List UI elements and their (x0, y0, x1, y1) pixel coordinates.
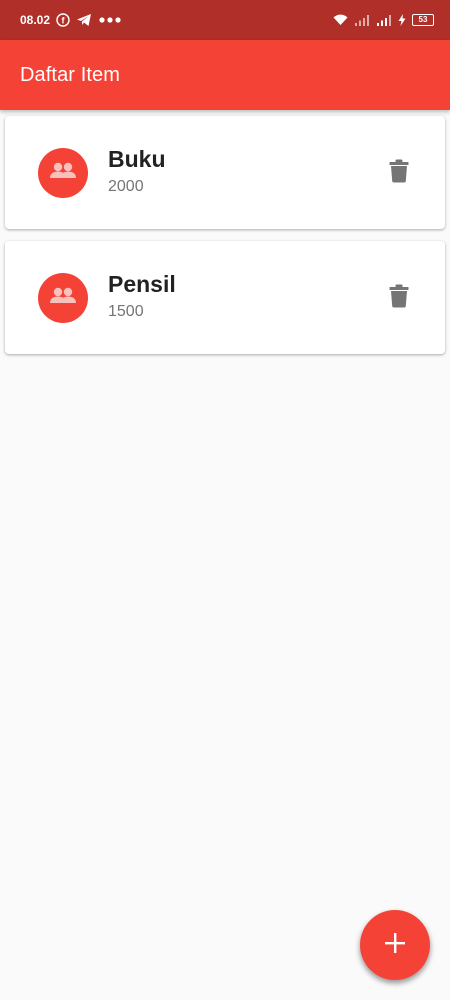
item-price: 1500 (108, 303, 144, 320)
avatar (38, 273, 88, 323)
status-bar-left: 08.02 f (20, 13, 122, 27)
people-icon (49, 161, 77, 186)
item-texts: Buku 2000 (108, 146, 166, 196)
status-bar: 08.02 f 53 (0, 0, 450, 40)
status-time: 08.02 (20, 13, 51, 27)
charging-icon (398, 14, 406, 26)
item-title: Pensil (108, 271, 176, 297)
svg-text:f: f (62, 16, 66, 26)
avatar (38, 148, 88, 198)
item-list: Buku 2000 Pensil 1500 (5, 116, 445, 366)
signal-icon (376, 14, 392, 26)
delete-button[interactable] (389, 159, 409, 188)
plus-icon (384, 932, 406, 959)
telegram-icon (76, 13, 92, 27)
status-bar-right: 53 (333, 14, 434, 26)
list-item[interactable]: Pensil 1500 (5, 241, 445, 354)
item-title: Buku (108, 146, 166, 172)
item-texts: Pensil 1500 (108, 271, 176, 321)
item-price: 2000 (108, 178, 144, 195)
facebook-icon: f (56, 13, 70, 27)
battery-level: 53 (418, 15, 428, 24)
trash-icon (389, 159, 409, 188)
wifi-icon (333, 14, 348, 26)
people-icon (49, 286, 77, 311)
signal-icon (354, 14, 370, 26)
delete-button[interactable] (389, 284, 409, 313)
trash-icon (389, 284, 409, 313)
app-bar: Daftar Item (0, 40, 450, 110)
battery-icon: 53 (412, 14, 434, 26)
add-item-button[interactable] (360, 910, 430, 980)
list-item[interactable]: Buku 2000 (5, 116, 445, 229)
more-dots-icon (98, 16, 122, 24)
page-title: Daftar Item (20, 63, 121, 86)
